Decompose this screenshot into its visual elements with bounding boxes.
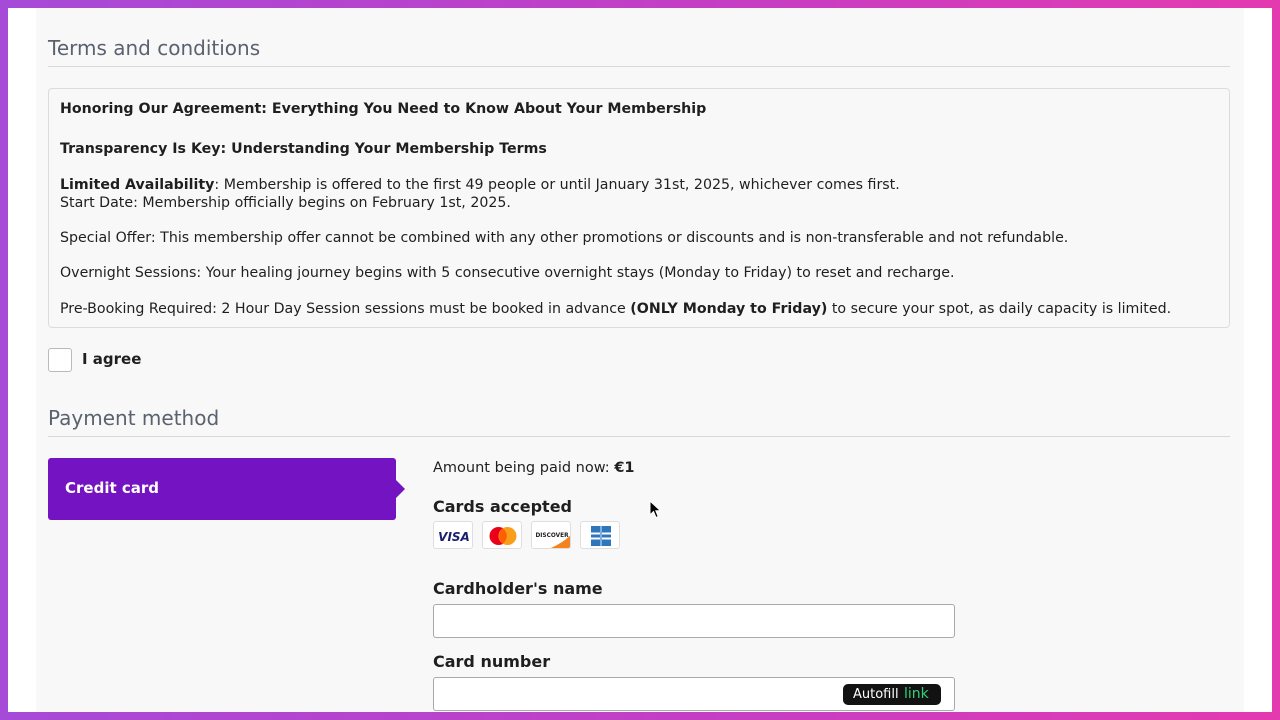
terms-divider — [48, 66, 1230, 67]
checkout-panel: Terms and conditions Honoring Our Agreem… — [36, 8, 1244, 712]
page: Terms and conditions Honoring Our Agreem… — [8, 8, 1272, 712]
terms-pre-booking: Pre-Booking Required: 2 Hour Day Session… — [60, 301, 1172, 317]
agree-checkbox[interactable] — [48, 348, 72, 372]
terms-section-title: Terms and conditions — [48, 36, 261, 60]
agree-label[interactable]: I agree — [82, 350, 141, 368]
terms-heading-agreement: Honoring Our Agreement: Everything You N… — [60, 101, 707, 117]
amex-card-icon — [580, 521, 620, 549]
terms-start-date: Start Date: Membership officially begins… — [60, 195, 511, 211]
payment-section-title: Payment method — [48, 406, 220, 430]
cards-accepted-label: Cards accepted — [433, 497, 572, 516]
discover-card-icon: DISCOVER — [531, 521, 571, 549]
terms-overnight-sessions: Overnight Sessions: Your healing journey… — [60, 265, 955, 281]
autofill-text: Autofill — [853, 687, 899, 702]
visa-card-icon: VISA — [433, 521, 473, 549]
payment-divider — [48, 436, 1230, 437]
terms-limited-availability: Limited Availability: Membership is offe… — [60, 177, 900, 193]
amount-label: Amount being paid now: — [433, 460, 615, 476]
mastercard-card-icon — [482, 521, 522, 549]
autofill-link-button[interactable]: Autofill link — [843, 684, 941, 705]
cardholder-name-input[interactable] — [433, 604, 955, 638]
tab-pointer-arrow — [396, 480, 405, 498]
terms-heading-transparency: Transparency Is Key: Understanding Your … — [60, 141, 547, 157]
link-brand-text: link — [904, 686, 929, 702]
visa-wordmark: VISA — [438, 530, 470, 544]
card-number-label: Card number — [433, 652, 551, 671]
credit-card-tab[interactable]: Credit card — [48, 458, 405, 520]
cardholder-name-label: Cardholder's name — [433, 579, 603, 598]
discover-wordmark: DISCOVER — [535, 533, 569, 539]
amount-line: Amount being paid now: €1 — [433, 460, 635, 476]
amount-value: €1 — [614, 460, 635, 476]
terms-special-offer: Special Offer: This membership offer can… — [60, 230, 1069, 246]
credit-card-tab-label: Credit card — [65, 479, 159, 497]
terms-box: Honoring Our Agreement: Everything You N… — [48, 88, 1230, 328]
mouse-cursor-icon — [649, 500, 662, 519]
